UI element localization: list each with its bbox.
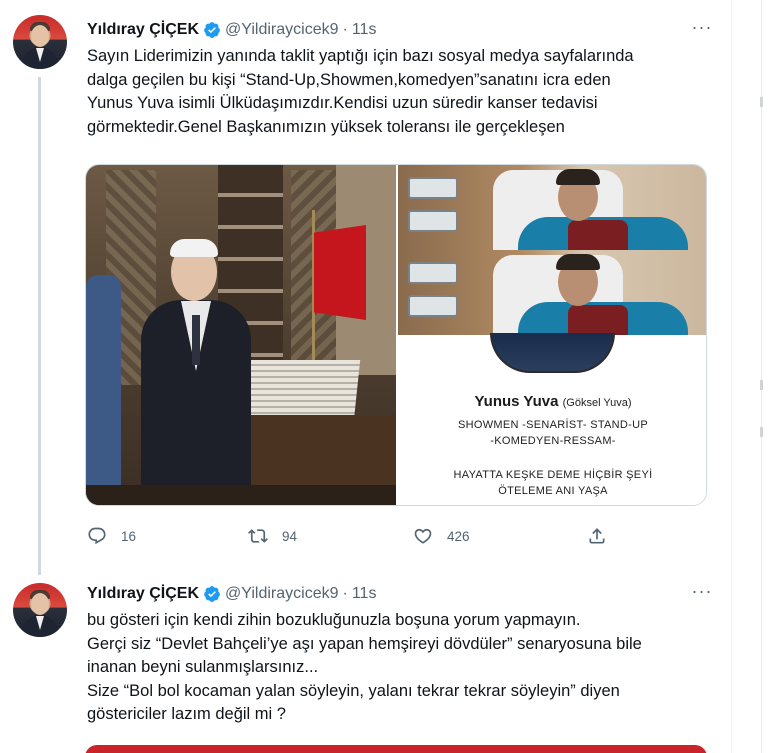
divider (761, 0, 762, 753)
author-name[interactable]: Yıldıray ÇİÇEK (87, 21, 199, 39)
reply-button[interactable]: 16 (87, 526, 136, 546)
tweet-text-line: görmektedir.Genel Başkanımızın yüksek to… (87, 117, 565, 136)
like-count: 426 (447, 528, 470, 544)
tweet-text-line: bu gösteri için kendi zihin bozukluğunuz… (87, 611, 581, 629)
retweet-button[interactable]: 94 (248, 526, 297, 546)
author-name[interactable]: Yıldıray ÇİÇEK (87, 585, 199, 603)
reply-count: 16 (121, 528, 137, 544)
scroll-marker (760, 97, 763, 107)
tweet-header: Yıldıray ÇİÇEK @Yildiraycicek9 · 11s (87, 19, 376, 41)
profile-motto: HAYATTA KEŞKE DEME HİÇBİR ŞEYİ ÖTELEME A… (398, 467, 706, 499)
profile-tags-line: -KOMEDYEN-RESSAM- (490, 435, 616, 447)
scroll-marker (760, 427, 763, 437)
like-icon (414, 528, 432, 544)
author-handle[interactable]: @Yildiraycicek9 (225, 21, 338, 39)
tweet-text-line: Size “Bol bol kocaman yalan söyleyin, ya… (87, 681, 620, 700)
profile-motto-line: HAYATTA KEŞKE DEME HİÇBİR ŞEYİ (453, 469, 653, 481)
tweet-text-line: Yunus Yuva isimli Ülküdaşımızdır.Kendisi… (87, 94, 598, 112)
profile-picture (490, 333, 615, 373)
share-button[interactable] (587, 526, 621, 546)
separator-dot: · (342, 585, 348, 602)
tweet-actions: 16 94 426 (87, 526, 617, 556)
retweet-count: 94 (282, 528, 298, 544)
verified-badge-icon (204, 22, 220, 38)
tweet-media[interactable] (85, 745, 707, 753)
scroll-marker (760, 380, 763, 390)
tweet-text: Sayın Liderimizin yanında taklit yaptığı… (87, 45, 717, 139)
share-icon (589, 528, 605, 544)
tweet-text-line: Sayın Liderimizin yanında taklit yaptığı… (87, 47, 634, 65)
tweet-text: bu gösteri için kendi zihin bozukluğunuz… (87, 609, 717, 727)
like-button[interactable]: 426 (413, 526, 470, 546)
hospital-photo (398, 250, 706, 335)
tweet[interactable]: Yıldıray ÇİÇEK @Yildiraycicek9 · 11s ···… (0, 0, 732, 575)
tweet-text-line: inanan beyni sulanmışlarsınız... (87, 658, 319, 676)
sidebar-edge (733, 0, 770, 753)
hospital-photo (398, 165, 706, 250)
more-icon[interactable]: ··· (690, 582, 714, 604)
verified-badge-icon (204, 586, 220, 602)
avatar[interactable] (13, 583, 67, 637)
profile-tags: SHOWMEN -SENARİST- STAND-UP -KOMEDYEN-RE… (398, 417, 706, 449)
profile-name: Yunus Yuva (Göksel Yuva) (398, 393, 706, 410)
tweet-text-line: göstericiler lazım değil mi ? (87, 705, 286, 723)
separator-dot: · (342, 21, 348, 38)
tweet-header: Yıldıray ÇİÇEK @Yildiraycicek9 · 11s (87, 583, 376, 605)
profile-motto-line: ÖTELEME ANI YAŞA (498, 485, 608, 497)
more-icon[interactable]: ··· (690, 18, 714, 40)
timeline: Yıldıray ÇİÇEK @Yildiraycicek9 · 11s ···… (0, 0, 732, 753)
author-handle[interactable]: @Yildiraycicek9 (225, 585, 338, 603)
thread-line (38, 77, 41, 575)
tweet-media[interactable]: Yunus Yuva (Göksel Yuva) SHOWMEN -SENARİ… (85, 164, 707, 506)
office-photo[interactable] (86, 165, 396, 505)
avatar[interactable] (13, 15, 67, 69)
tweet-text-line: Gerçi siz “Devlet Bahçeli’ye aşı yapan h… (87, 634, 642, 653)
profile-display-name: Yunus Yuva (474, 393, 559, 410)
profile-collage[interactable]: Yunus Yuva (Göksel Yuva) SHOWMEN -SENARİ… (398, 165, 706, 505)
timestamp[interactable]: 11s (352, 21, 377, 39)
profile-tags-line: SHOWMEN -SENARİST- STAND-UP (457, 419, 648, 431)
reply-icon (88, 527, 106, 545)
tweet[interactable]: Yıldıray ÇİÇEK @Yildiraycicek9 · 11s ···… (0, 572, 732, 753)
profile-real-name: (Göksel Yuva) (562, 397, 632, 409)
timestamp[interactable]: 11s (352, 585, 377, 603)
retweet-icon (248, 529, 268, 543)
tweet-text-line: dalga geçilen bu kişi “Stand-Up,Showmen,… (87, 70, 611, 89)
